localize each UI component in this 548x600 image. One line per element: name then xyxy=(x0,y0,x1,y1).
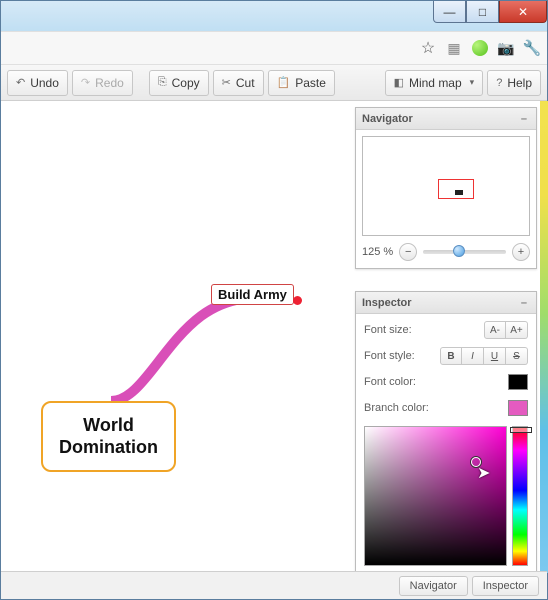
window-buttons: — □ ✕ xyxy=(433,1,547,23)
maximize-button[interactable]: □ xyxy=(466,1,499,23)
hue-slider-marker[interactable] xyxy=(510,427,532,433)
redo-button[interactable]: ↷ Redo xyxy=(72,70,133,96)
wrench-icon[interactable]: 🔧 xyxy=(523,39,541,57)
help-label: Help xyxy=(507,76,532,90)
undo-label: Undo xyxy=(30,76,59,90)
paste-label: Paste xyxy=(295,76,326,90)
undo-icon: ↶ xyxy=(16,76,25,89)
root-node[interactable]: World Domination xyxy=(41,401,176,472)
app-window: — □ ✕ ☆ ▦ 📷 🔧 ↶ Undo ↷ Redo ⎘ Copy ✂ Cut xyxy=(0,0,548,600)
cut-button[interactable]: ✂ Cut xyxy=(213,70,264,96)
camera-icon[interactable]: 📷 xyxy=(497,39,515,57)
redo-label: Redo xyxy=(95,76,124,90)
color-picker-cursor[interactable] xyxy=(471,457,481,467)
child-node[interactable]: Build Army xyxy=(211,284,294,305)
copy-icon: ⎘ xyxy=(158,76,167,89)
navigator-panel: Navigator – 125 % − + xyxy=(355,107,537,269)
main-area: World Domination Build Army Navigator – … xyxy=(1,101,547,573)
close-button[interactable]: ✕ xyxy=(499,1,547,23)
font-size-decrease-button[interactable]: A- xyxy=(484,321,506,339)
status-bar: Navigator Inspector xyxy=(1,571,547,599)
branch-color-swatch[interactable] xyxy=(508,400,528,416)
right-edge-decoration xyxy=(540,101,548,573)
hue-slider[interactable] xyxy=(512,426,528,566)
redo-icon: ↷ xyxy=(81,76,90,89)
status-dot-icon[interactable] xyxy=(472,40,488,56)
navigator-content-glyph xyxy=(455,190,463,195)
inspector-panel: Inspector – Font size: A- A+ Font style:… xyxy=(355,291,537,573)
font-size-label: Font size: xyxy=(364,324,412,336)
copy-button[interactable]: ⎘ Copy xyxy=(149,70,209,96)
inspector-title: Inspector xyxy=(362,297,412,309)
zoom-out-button[interactable]: − xyxy=(399,243,417,261)
apps-grid-icon[interactable]: ▦ xyxy=(445,39,463,57)
zoom-in-button[interactable]: + xyxy=(512,243,530,261)
cut-label: Cut xyxy=(236,76,255,90)
titlebar: — □ ✕ xyxy=(1,1,547,31)
paste-button[interactable]: 📋 Paste xyxy=(268,70,335,96)
mindmap-icon: ◧ xyxy=(394,76,404,89)
bold-button[interactable]: B xyxy=(440,347,462,365)
color-picker-field[interactable]: ➤ xyxy=(364,426,507,566)
paste-icon: 📋 xyxy=(277,76,291,89)
node-endpoint[interactable] xyxy=(293,296,302,305)
help-icon: ? xyxy=(496,77,502,89)
star-icon[interactable]: ☆ xyxy=(419,39,437,57)
copy-label: Copy xyxy=(172,76,200,90)
navigator-collapse-button[interactable]: – xyxy=(518,113,530,125)
font-size-increase-button[interactable]: A+ xyxy=(506,321,528,339)
zoom-slider-knob[interactable] xyxy=(453,245,465,257)
navigator-header: Navigator – xyxy=(356,108,536,130)
inspector-collapse-button[interactable]: – xyxy=(518,297,530,309)
toolbar: ↶ Undo ↷ Redo ⎘ Copy ✂ Cut 📋 Paste ◧ Min… xyxy=(1,65,547,101)
navigator-title: Navigator xyxy=(362,113,413,125)
zoom-slider[interactable] xyxy=(423,250,506,254)
branch-color-label: Branch color: xyxy=(364,402,429,414)
underline-button[interactable]: U xyxy=(484,347,506,365)
status-tab-inspector[interactable]: Inspector xyxy=(472,576,539,596)
mindmap-label: Mind map xyxy=(409,76,462,90)
undo-button[interactable]: ↶ Undo xyxy=(7,70,68,96)
status-tab-navigator[interactable]: Navigator xyxy=(399,576,468,596)
chevron-down-icon: ▾ xyxy=(470,77,475,88)
navigator-viewport[interactable] xyxy=(362,136,530,236)
font-color-label: Font color: xyxy=(364,376,416,388)
cut-icon: ✂ xyxy=(222,76,231,89)
mindmap-dropdown[interactable]: ◧ Mind map ▾ xyxy=(385,70,484,96)
color-picker: ➤ xyxy=(364,426,528,566)
inspector-header: Inspector – xyxy=(356,292,536,314)
font-style-label: Font style: xyxy=(364,350,415,362)
browser-strip: ☆ ▦ 📷 🔧 xyxy=(1,31,547,65)
mind-map-canvas[interactable]: World Domination Build Army xyxy=(1,101,347,573)
minimize-button[interactable]: — xyxy=(433,1,466,23)
strike-button[interactable]: S xyxy=(506,347,528,365)
italic-button[interactable]: I xyxy=(462,347,484,365)
help-button[interactable]: ? Help xyxy=(487,70,541,96)
font-color-swatch[interactable] xyxy=(508,374,528,390)
zoom-level: 125 % xyxy=(362,246,393,258)
navigator-visible-rect[interactable] xyxy=(438,179,474,199)
